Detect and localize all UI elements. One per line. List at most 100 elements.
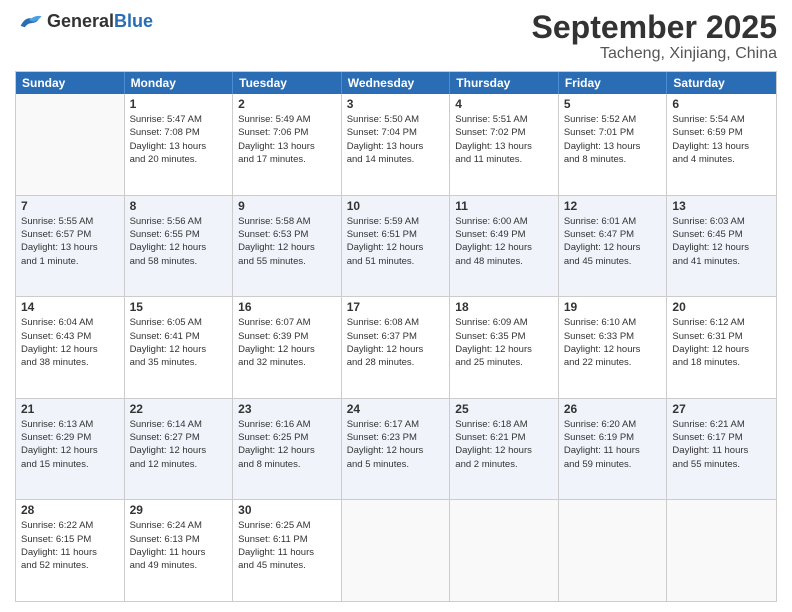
calendar-cell: 3 Sunrise: 5:50 AMSunset: 7:04 PMDaylight…	[342, 94, 451, 195]
day-info: Sunrise: 6:07 AMSunset: 6:39 PMDaylight:…	[238, 316, 336, 369]
page: GeneralBlue September 2025 Tacheng, Xinj…	[0, 0, 792, 612]
day-info: Sunrise: 5:55 AMSunset: 6:57 PMDaylight:…	[21, 215, 119, 268]
calendar-week-5: 28 Sunrise: 6:22 AMSunset: 6:15 PMDayligh…	[16, 499, 776, 601]
day-number: 19	[564, 300, 662, 314]
calendar-cell: 12 Sunrise: 6:01 AMSunset: 6:47 PMDayligh…	[559, 196, 668, 297]
day-info: Sunrise: 6:16 AMSunset: 6:25 PMDaylight:…	[238, 418, 336, 471]
header-day-saturday: Saturday	[667, 72, 776, 94]
day-number: 20	[672, 300, 771, 314]
day-info: Sunrise: 6:21 AMSunset: 6:17 PMDaylight:…	[672, 418, 771, 471]
calendar-cell: 11 Sunrise: 6:00 AMSunset: 6:49 PMDayligh…	[450, 196, 559, 297]
day-number: 26	[564, 402, 662, 416]
calendar-cell: 25 Sunrise: 6:18 AMSunset: 6:21 PMDayligh…	[450, 399, 559, 500]
day-number: 18	[455, 300, 553, 314]
header-day-friday: Friday	[559, 72, 668, 94]
day-info: Sunrise: 5:56 AMSunset: 6:55 PMDaylight:…	[130, 215, 228, 268]
calendar-header: SundayMondayTuesdayWednesdayThursdayFrid…	[16, 72, 776, 94]
day-number: 2	[238, 97, 336, 111]
calendar-cell: 2 Sunrise: 5:49 AMSunset: 7:06 PMDaylight…	[233, 94, 342, 195]
calendar-cell: 17 Sunrise: 6:08 AMSunset: 6:37 PMDayligh…	[342, 297, 451, 398]
logo-text: GeneralBlue	[47, 12, 153, 30]
main-title: September 2025	[532, 10, 777, 45]
calendar-cell	[342, 500, 451, 601]
logo: GeneralBlue	[15, 10, 153, 32]
day-number: 8	[130, 199, 228, 213]
day-info: Sunrise: 6:04 AMSunset: 6:43 PMDaylight:…	[21, 316, 119, 369]
day-info: Sunrise: 5:51 AMSunset: 7:02 PMDaylight:…	[455, 113, 553, 166]
day-number: 10	[347, 199, 445, 213]
calendar-cell: 28 Sunrise: 6:22 AMSunset: 6:15 PMDayligh…	[16, 500, 125, 601]
subtitle: Tacheng, Xinjiang, China	[532, 45, 777, 63]
header-day-sunday: Sunday	[16, 72, 125, 94]
calendar-body: 1Sunrise: 5:47 AMSunset: 7:08 PMDaylight…	[16, 94, 776, 601]
day-info: Sunrise: 6:18 AMSunset: 6:21 PMDaylight:…	[455, 418, 553, 471]
header-day-tuesday: Tuesday	[233, 72, 342, 94]
calendar-cell: 24 Sunrise: 6:17 AMSunset: 6:23 PMDayligh…	[342, 399, 451, 500]
day-number: 21	[21, 402, 119, 416]
day-info: Sunrise: 6:09 AMSunset: 6:35 PMDaylight:…	[455, 316, 553, 369]
calendar-cell: 6Sunrise: 5:54 AMSunset: 6:59 PMDaylight…	[667, 94, 776, 195]
calendar-cell: 29 Sunrise: 6:24 AMSunset: 6:13 PMDayligh…	[125, 500, 234, 601]
day-info: Sunrise: 5:59 AMSunset: 6:51 PMDaylight:…	[347, 215, 445, 268]
day-number: 5	[564, 97, 662, 111]
day-number: 11	[455, 199, 553, 213]
calendar-cell: 30 Sunrise: 6:25 AMSunset: 6:11 PMDayligh…	[233, 500, 342, 601]
day-number: 30	[238, 503, 336, 517]
day-info: Sunrise: 6:13 AMSunset: 6:29 PMDaylight:…	[21, 418, 119, 471]
calendar-week-1: 1Sunrise: 5:47 AMSunset: 7:08 PMDaylight…	[16, 94, 776, 195]
day-number: 28	[21, 503, 119, 517]
day-info: Sunrise: 6:03 AMSunset: 6:45 PMDaylight:…	[672, 215, 771, 268]
day-info: Sunrise: 6:17 AMSunset: 6:23 PMDaylight:…	[347, 418, 445, 471]
calendar-cell: 7 Sunrise: 5:55 AMSunset: 6:57 PMDaylight…	[16, 196, 125, 297]
calendar-week-3: 14Sunrise: 6:04 AMSunset: 6:43 PMDayligh…	[16, 296, 776, 398]
day-number: 7	[21, 199, 119, 213]
calendar-cell: 10 Sunrise: 5:59 AMSunset: 6:51 PMDayligh…	[342, 196, 451, 297]
calendar-cell: 23 Sunrise: 6:16 AMSunset: 6:25 PMDayligh…	[233, 399, 342, 500]
day-info: Sunrise: 6:08 AMSunset: 6:37 PMDaylight:…	[347, 316, 445, 369]
calendar: SundayMondayTuesdayWednesdayThursdayFrid…	[15, 71, 777, 602]
header: GeneralBlue September 2025 Tacheng, Xinj…	[15, 10, 777, 63]
calendar-week-2: 7 Sunrise: 5:55 AMSunset: 6:57 PMDaylight…	[16, 195, 776, 297]
header-day-thursday: Thursday	[450, 72, 559, 94]
day-info: Sunrise: 5:54 AMSunset: 6:59 PMDaylight:…	[672, 113, 771, 166]
day-number: 15	[130, 300, 228, 314]
day-number: 29	[130, 503, 228, 517]
day-info: Sunrise: 5:47 AMSunset: 7:08 PMDaylight:…	[130, 113, 228, 166]
day-info: Sunrise: 6:01 AMSunset: 6:47 PMDaylight:…	[564, 215, 662, 268]
calendar-cell: 13 Sunrise: 6:03 AMSunset: 6:45 PMDayligh…	[667, 196, 776, 297]
day-info: Sunrise: 5:49 AMSunset: 7:06 PMDaylight:…	[238, 113, 336, 166]
day-info: Sunrise: 6:22 AMSunset: 6:15 PMDaylight:…	[21, 519, 119, 572]
calendar-cell: 9Sunrise: 5:58 AMSunset: 6:53 PMDaylight…	[233, 196, 342, 297]
day-number: 12	[564, 199, 662, 213]
calendar-cell: 26 Sunrise: 6:20 AMSunset: 6:19 PMDayligh…	[559, 399, 668, 500]
day-number: 23	[238, 402, 336, 416]
day-number: 17	[347, 300, 445, 314]
calendar-cell: 14Sunrise: 6:04 AMSunset: 6:43 PMDayligh…	[16, 297, 125, 398]
day-info: Sunrise: 6:14 AMSunset: 6:27 PMDaylight:…	[130, 418, 228, 471]
calendar-cell: 5Sunrise: 5:52 AMSunset: 7:01 PMDaylight…	[559, 94, 668, 195]
day-info: Sunrise: 5:50 AMSunset: 7:04 PMDaylight:…	[347, 113, 445, 166]
day-info: Sunrise: 6:24 AMSunset: 6:13 PMDaylight:…	[130, 519, 228, 572]
day-info: Sunrise: 6:12 AMSunset: 6:31 PMDaylight:…	[672, 316, 771, 369]
day-number: 13	[672, 199, 771, 213]
logo-general: General	[47, 11, 114, 31]
calendar-cell: 1Sunrise: 5:47 AMSunset: 7:08 PMDaylight…	[125, 94, 234, 195]
header-day-wednesday: Wednesday	[342, 72, 451, 94]
calendar-cell	[559, 500, 668, 601]
calendar-cell: 18 Sunrise: 6:09 AMSunset: 6:35 PMDayligh…	[450, 297, 559, 398]
day-number: 4	[455, 97, 553, 111]
day-number: 9	[238, 199, 336, 213]
day-info: Sunrise: 6:20 AMSunset: 6:19 PMDaylight:…	[564, 418, 662, 471]
day-number: 27	[672, 402, 771, 416]
calendar-cell: 16Sunrise: 6:07 AMSunset: 6:39 PMDayligh…	[233, 297, 342, 398]
day-number: 25	[455, 402, 553, 416]
calendar-cell: 8 Sunrise: 5:56 AMSunset: 6:55 PMDaylight…	[125, 196, 234, 297]
calendar-cell: 20 Sunrise: 6:12 AMSunset: 6:31 PMDayligh…	[667, 297, 776, 398]
calendar-cell: 22Sunrise: 6:14 AMSunset: 6:27 PMDayligh…	[125, 399, 234, 500]
day-number: 3	[347, 97, 445, 111]
day-info: Sunrise: 6:25 AMSunset: 6:11 PMDaylight:…	[238, 519, 336, 572]
logo-icon	[15, 10, 43, 32]
day-info: Sunrise: 6:00 AMSunset: 6:49 PMDaylight:…	[455, 215, 553, 268]
title-block: September 2025 Tacheng, Xinjiang, China	[532, 10, 777, 63]
day-number: 24	[347, 402, 445, 416]
